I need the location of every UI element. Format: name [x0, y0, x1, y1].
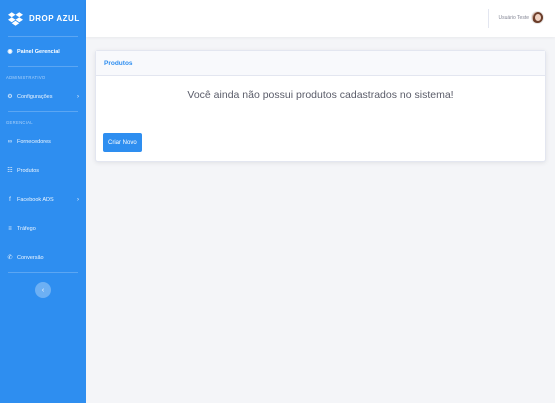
brand-name: DROP AZUL: [29, 13, 80, 23]
section-heading-admin: ADMINISTRATIVO: [6, 75, 46, 80]
link-icon: ∞: [7, 138, 13, 145]
sidebar-toggle-wrap: ‹: [0, 282, 86, 298]
phone-icon: ✆: [7, 255, 13, 261]
user-name[interactable]: Usuário Teste: [499, 15, 529, 21]
sidebar-item-label: Facebook ADS: [17, 196, 54, 203]
chevron-right-icon: ›: [77, 196, 79, 203]
sidebar: DROP AZUL ◉ Painel Gerencial ADMINISTRAT…: [0, 0, 86, 403]
empty-state-message: Você ainda não possui produtos cadastrad…: [187, 89, 454, 101]
sidebar-divider: [8, 272, 78, 273]
sidebar-item-dashboard[interactable]: ◉ Painel Gerencial: [0, 37, 86, 66]
card-header: Produtos: [96, 51, 545, 76]
topbar-divider: [488, 9, 489, 28]
sidebar-item-produtos[interactable]: ☷ Produtos: [0, 156, 86, 185]
dropbox-logo-icon: [8, 11, 23, 26]
chevron-left-icon: ‹: [41, 286, 45, 294]
sidebar-item-trafego[interactable]: ≡ Tráfego: [0, 214, 86, 243]
sidebar-item-label: Fornecedores: [17, 138, 51, 145]
card-title: Produtos: [104, 59, 133, 67]
avatar[interactable]: [531, 11, 544, 24]
sidebar-item-fornecedores[interactable]: ∞ Fornecedores: [0, 127, 86, 156]
topbar: Usuário Teste: [86, 0, 555, 37]
gear-icon: ⚙: [7, 94, 13, 100]
chevron-right-icon: ›: [77, 93, 79, 100]
sidebar-item-label: Conversão: [17, 254, 44, 261]
sidebar-toggle-button[interactable]: ‹: [35, 282, 51, 298]
dashboard-icon: ◉: [7, 49, 13, 55]
sidebar-item-label: Configurações: [17, 93, 53, 100]
sidebar-item-configuracoes[interactable]: ⚙ Configurações ›: [0, 82, 86, 111]
sidebar-item-label: Painel Gerencial: [17, 48, 60, 55]
sidebar-item-conversao[interactable]: ✆ Conversão: [0, 243, 86, 272]
products-card: Produtos Você ainda não possui produtos …: [95, 50, 546, 162]
facebook-icon: f: [9, 196, 11, 203]
avatar-face: [535, 14, 541, 21]
chart-icon: ≡: [8, 225, 12, 232]
sidebar-item-label: Tráfego: [17, 225, 36, 232]
sidebar-item-facebook-ads[interactable]: f Facebook ADS ›: [0, 185, 86, 214]
sidebar-item-label: Produtos: [17, 167, 40, 174]
cart-icon: ☷: [7, 168, 13, 174]
section-heading-manager: GERENCIAL: [6, 120, 33, 125]
create-new-button[interactable]: Criar Novo: [103, 133, 142, 152]
brand[interactable]: DROP AZUL: [0, 0, 86, 36]
